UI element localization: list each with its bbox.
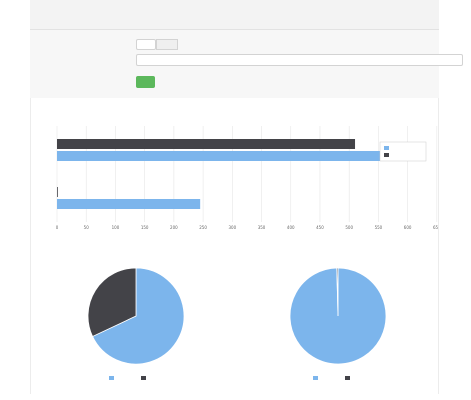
bar-x-tick-13: 650	[433, 225, 438, 230]
bar-x-tick-3: 150	[141, 225, 149, 230]
bar-x-tick-4: 200	[170, 225, 178, 230]
pie2-slices	[289, 267, 387, 365]
pie2-legend-swatch-1	[345, 376, 350, 380]
bar-x-tick-2: 100	[112, 225, 120, 230]
field1-input[interactable]	[136, 39, 156, 50]
bar-x-tick-9: 450	[316, 225, 324, 230]
bar-x-tick-12: 600	[404, 225, 412, 230]
pie-chart-2	[289, 267, 387, 380]
bar-1-0	[57, 151, 408, 161]
bar-1-1	[57, 199, 201, 209]
bar-x-tick-6: 300	[228, 225, 236, 230]
bar-x-tick-0: 0	[56, 225, 59, 230]
bar-x-ticks: 0 50 100 150 200 250 300 350 400 450 500 550 600 650	[56, 225, 441, 230]
bar-legend-swatch-1	[384, 153, 389, 157]
field2-input[interactable]	[136, 54, 463, 66]
bar-0-0	[57, 139, 356, 149]
bar-legend[interactable]	[379, 141, 427, 162]
bar-x-tick-11: 550	[375, 225, 383, 230]
bar-0-1	[57, 187, 58, 197]
bar-x-tick-5: 250	[199, 225, 207, 230]
chart-area: 0 50 100 150 200 250 300 350 400 450 500 550 600 650	[30, 98, 441, 394]
pie-chart-1	[87, 267, 185, 380]
bar-x-tick-8: 400	[287, 225, 295, 230]
bar-x-tick-1: 50	[84, 225, 90, 230]
pie1-legend-swatch-0	[109, 376, 114, 380]
bar-legend-swatch-0	[384, 146, 389, 150]
header-bar	[30, 0, 439, 30]
submit-button[interactable]	[136, 76, 155, 88]
input-form	[30, 30, 463, 98]
bar-x-tick-7: 350	[258, 225, 266, 230]
pie2-legend-swatch-0	[313, 376, 318, 380]
bar-legend-box	[379, 141, 427, 162]
bar-chart: 0 50 100 150 200 250 300 350 400 450 500 550 600 650	[56, 126, 441, 230]
bar-x-tick-10: 500	[345, 225, 353, 230]
pie1-legend-swatch-1	[141, 376, 146, 380]
charts-svg: 0 50 100 150 200 250 300 350 400 450 500 550 600 650	[56, 126, 441, 380]
field1-unit	[156, 39, 178, 50]
pie1-slices	[87, 267, 185, 365]
